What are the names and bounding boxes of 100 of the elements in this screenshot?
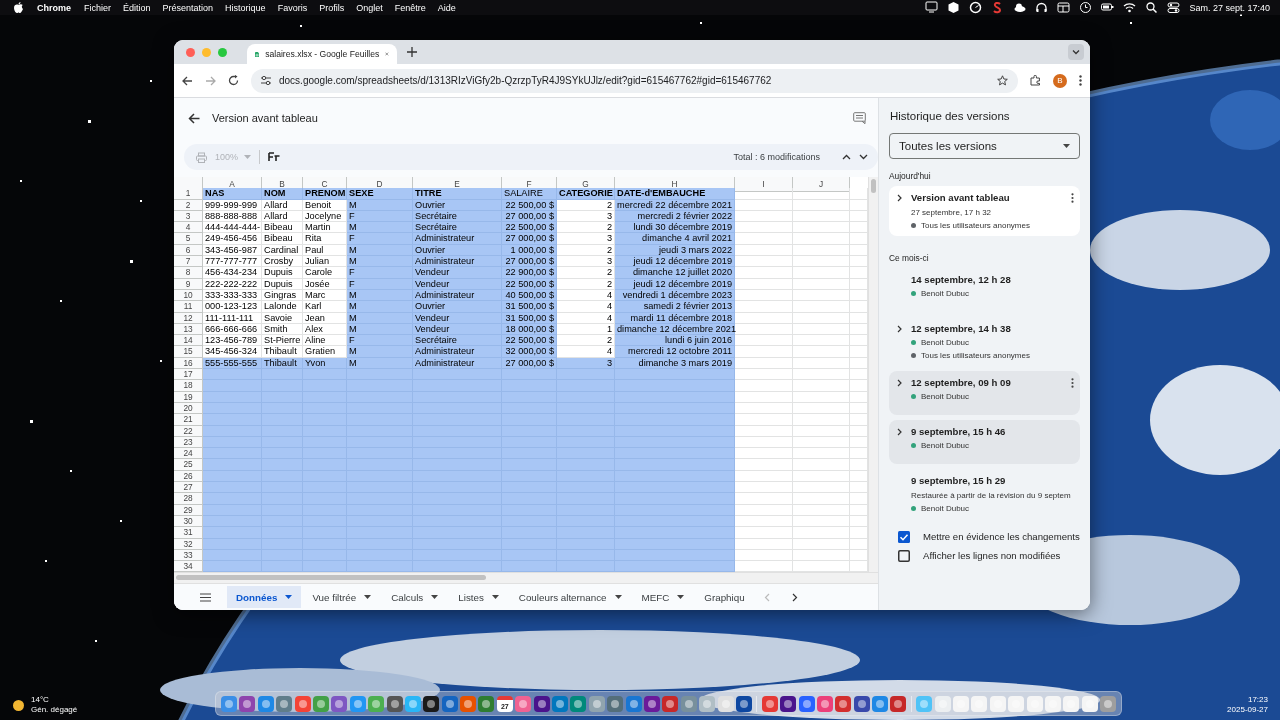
sheet-tab[interactable]: Listes bbox=[449, 586, 508, 609]
row-number[interactable]: 11 bbox=[174, 301, 203, 313]
group-label: Aujourd'hui bbox=[889, 171, 932, 181]
window-icon[interactable] bbox=[1057, 1, 1071, 14]
close-icon[interactable] bbox=[385, 50, 389, 58]
tab-list-icon[interactable] bbox=[1068, 44, 1084, 60]
version-item[interactable]: 14 septembre, 12 h 28 Benoit Dubuc bbox=[889, 268, 1080, 312]
row-number[interactable]: 18 bbox=[174, 380, 203, 392]
table-cell: 777-777-777 bbox=[203, 256, 262, 268]
menu-item[interactable]: Présentation bbox=[162, 2, 214, 13]
window-zoom-button[interactable] bbox=[218, 47, 227, 57]
address-bar[interactable]: docs.google.com/spreadsheets/d/1313RIzViGfy2b-QzrzpTyR4J9SYkUJlz/edit?gid=615467762#gid=615467762 bbox=[251, 68, 1018, 93]
tune-icon[interactable] bbox=[261, 76, 271, 85]
chevron-down-icon[interactable] bbox=[859, 154, 868, 160]
row-number[interactable]: 5 bbox=[174, 233, 203, 245]
extensions-icon[interactable] bbox=[1030, 75, 1041, 86]
gauge-icon[interactable] bbox=[969, 1, 983, 14]
row-number[interactable]: 2 bbox=[174, 199, 203, 211]
menu-item[interactable]: Aide bbox=[437, 2, 456, 13]
row-number[interactable]: 12 bbox=[174, 312, 203, 324]
display-icon[interactable] bbox=[925, 1, 939, 14]
back-icon[interactable] bbox=[182, 75, 193, 86]
table-cell: Smith bbox=[262, 323, 303, 336]
row-number[interactable]: 14 bbox=[174, 335, 203, 347]
row-number[interactable]: 22 bbox=[174, 425, 203, 437]
menu-item[interactable]: Onglet bbox=[356, 2, 383, 13]
row-number[interactable]: 7 bbox=[174, 256, 203, 268]
version-item[interactable]: 12 septembre, 14 h 38 Benoit Dubuc Tous les utilisateurs anonymes bbox=[889, 317, 1080, 366]
chevron-left-icon[interactable] bbox=[763, 592, 770, 602]
chevron-right-icon[interactable] bbox=[791, 592, 798, 602]
table-cell: 22 500,00 $ bbox=[502, 278, 557, 290]
headphones-icon[interactable] bbox=[1035, 1, 1049, 14]
sheet-tab[interactable]: Calculs bbox=[382, 586, 448, 609]
wifi-icon[interactable] bbox=[1123, 1, 1137, 14]
apple-icon[interactable] bbox=[14, 2, 23, 13]
window-close-button[interactable] bbox=[186, 47, 195, 57]
menubar-clock[interactable]: Sam. 27 sept. 17:40 bbox=[1189, 2, 1270, 13]
chevron-right-icon[interactable] bbox=[897, 378, 902, 387]
menu-item[interactable]: Édition bbox=[123, 2, 151, 13]
clock-icon[interactable] bbox=[1079, 1, 1093, 14]
row-number[interactable]: 19 bbox=[174, 391, 203, 403]
row-number[interactable]: 21 bbox=[174, 414, 203, 426]
battery-icon[interactable] bbox=[1101, 1, 1115, 14]
row-number[interactable]: 32 bbox=[174, 538, 203, 550]
more-icon[interactable] bbox=[1079, 75, 1082, 86]
all-sheets-menu-icon[interactable] bbox=[200, 592, 211, 602]
reload-icon[interactable] bbox=[228, 75, 239, 86]
row-number[interactable]: 29 bbox=[174, 504, 203, 516]
star-icon[interactable] bbox=[997, 75, 1008, 86]
menu-item[interactable]: Favoris bbox=[277, 2, 308, 13]
version-item[interactable]: 9 septembre, 15 h 29 Restaurée à partir de la révision du 9 septem Benoit Dubuc bbox=[889, 469, 1080, 519]
row-number[interactable]: 28 bbox=[174, 493, 203, 505]
table-cell: mercredi 22 décembre 2021 bbox=[615, 199, 735, 211]
profile-avatar[interactable]: B bbox=[1053, 73, 1067, 88]
checkbox[interactable] bbox=[898, 549, 910, 562]
more-icon[interactable] bbox=[1071, 192, 1074, 203]
new-tab-icon[interactable] bbox=[407, 47, 417, 57]
print-icon[interactable] bbox=[196, 151, 207, 163]
row-number[interactable]: 15 bbox=[174, 346, 203, 358]
scrollbar-thumb[interactable] bbox=[871, 179, 876, 193]
menu-item[interactable]: Profils bbox=[319, 2, 345, 13]
version-item[interactable]: 12 septembre, 09 h 09 Benoit Dubuc bbox=[889, 371, 1080, 415]
row-number[interactable]: 8 bbox=[174, 267, 203, 279]
chevron-right-icon[interactable] bbox=[897, 427, 902, 436]
sheet-tab[interactable]: Données bbox=[227, 586, 302, 609]
menu-item[interactable]: Fenêtre bbox=[394, 2, 426, 13]
forward-icon[interactable] bbox=[205, 75, 216, 86]
version-filter-dropdown[interactable]: Toutes les versions bbox=[889, 133, 1080, 159]
scrollbar-thumb[interactable] bbox=[176, 575, 486, 581]
author-name: Benoit Dubuc bbox=[921, 338, 970, 347]
version-item[interactable]: 9 septembre, 15 h 46 Benoit Dubuc bbox=[889, 420, 1080, 464]
checkbox[interactable] bbox=[898, 530, 910, 543]
row-number[interactable]: 25 bbox=[174, 459, 203, 471]
sheet-tab[interactable]: Graphiqu bbox=[695, 586, 754, 609]
menu-item[interactable]: Historique bbox=[225, 2, 266, 13]
row-number[interactable]: 1 bbox=[174, 188, 203, 200]
browser-tab[interactable]: salaires.xlsx - Google Feuilles bbox=[247, 44, 397, 64]
row-number[interactable]: 4 bbox=[174, 222, 203, 234]
table-cell bbox=[735, 256, 793, 268]
back-arrow-icon[interactable] bbox=[188, 112, 200, 124]
search-icon[interactable] bbox=[1145, 1, 1159, 14]
sheet-tab[interactable]: MEFC bbox=[632, 586, 694, 609]
cloud-icon[interactable] bbox=[1013, 1, 1027, 14]
text-format-icon[interactable] bbox=[268, 152, 281, 162]
more-icon[interactable] bbox=[1071, 377, 1074, 388]
version-item[interactable]: Version avant tableau 27 septembre, 17 h 32 Tous les utilisateurs anonymes bbox=[889, 186, 1080, 236]
column-header[interactable]: I bbox=[735, 177, 793, 192]
sheet-tab[interactable]: Couleurs alternance bbox=[509, 586, 631, 609]
row-number[interactable]: 9 bbox=[174, 278, 203, 290]
column-header[interactable]: J bbox=[793, 177, 850, 192]
control-center-icon[interactable] bbox=[1167, 1, 1181, 14]
sheet-tab[interactable]: Vue filtrée bbox=[303, 586, 381, 609]
comment-icon[interactable] bbox=[853, 112, 866, 124]
table-cell bbox=[735, 414, 793, 426]
row-number[interactable]: 31 bbox=[174, 527, 203, 539]
chevron-right-icon[interactable] bbox=[897, 193, 902, 202]
menu-item[interactable]: Fichier bbox=[84, 2, 112, 13]
chevron-up-icon[interactable] bbox=[842, 154, 851, 160]
app-menu[interactable]: Chrome bbox=[37, 2, 71, 13]
chevron-right-icon[interactable] bbox=[897, 324, 902, 333]
